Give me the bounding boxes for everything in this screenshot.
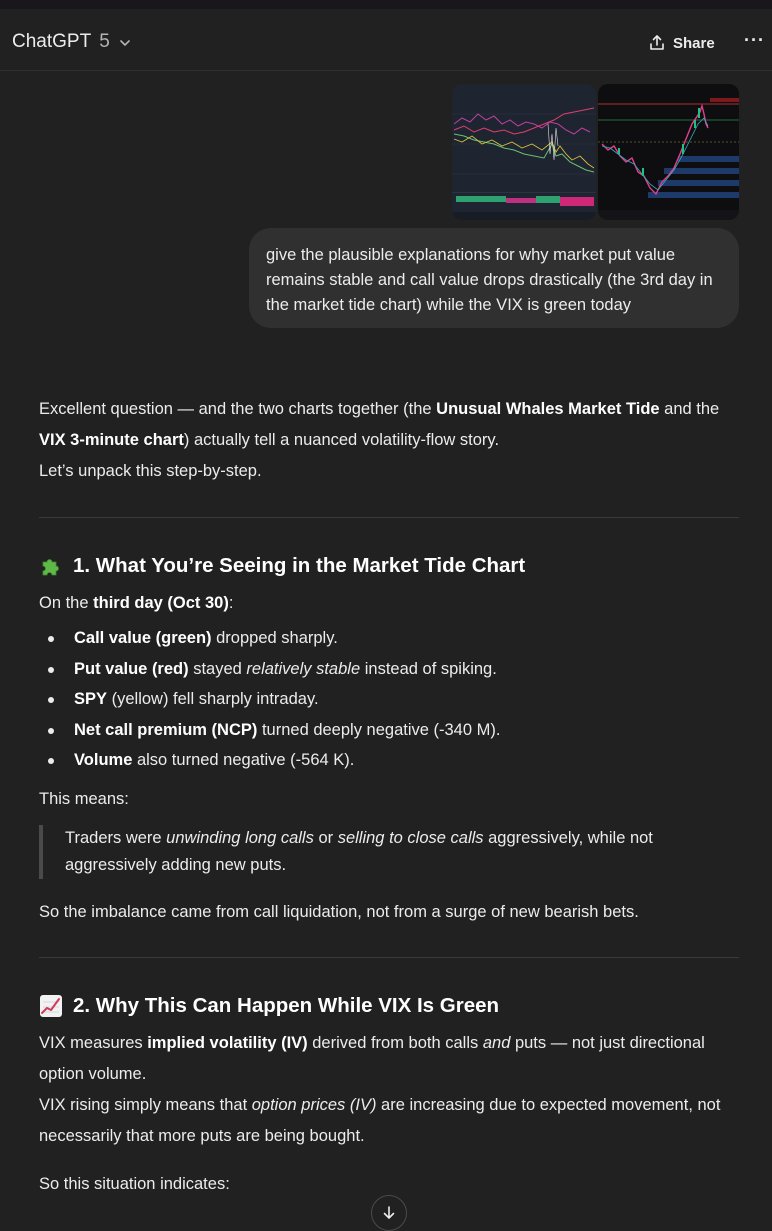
- intro-text: and the: [659, 400, 720, 418]
- para-bold: implied volatility (IV): [147, 1033, 308, 1052]
- lead-text: :: [228, 594, 234, 612]
- para-text: VIX measures: [39, 1033, 148, 1052]
- section-2-paragraph-1: VIX measures implied volatility (IV) der…: [39, 1028, 739, 1152]
- bullet-bold: Call value (green): [74, 629, 212, 647]
- bullet-text: also turned negative (-564 K).: [132, 751, 355, 769]
- para-text: derived from both calls: [307, 1033, 483, 1052]
- section-2-heading: 2. Why This Can Happen While VIX Is Gree…: [39, 991, 739, 1021]
- para-text: VIX rising simply means that: [39, 1095, 252, 1114]
- share-button[interactable]: Share: [648, 31, 715, 55]
- vix-chart-thumbnail: [598, 84, 739, 220]
- intro-bold-vix-chart: VIX 3-minute chart: [39, 431, 184, 449]
- share-upload-icon: [650, 35, 664, 50]
- para-italic: and: [482, 1033, 511, 1052]
- section-2-title: 2. Why This Can Happen While VIX Is Gree…: [73, 993, 500, 1017]
- divider: [39, 956, 739, 958]
- user-message-text: give the plausible explanations for why …: [266, 246, 713, 314]
- list-item: SPY (yellow) fell sharply intraday.: [39, 684, 739, 715]
- this-means-text: This means:: [39, 789, 129, 808]
- model-version: 5: [99, 31, 110, 52]
- assistant-response: Excellent question — and the two charts …: [39, 394, 739, 1200]
- intro-line-2: Let’s unpack this step-by-step.: [39, 462, 262, 480]
- bullet-text: dropped sharply.: [211, 629, 338, 647]
- model-selector-button[interactable]: ChatGPT 5: [12, 29, 132, 55]
- list-item: Volume also turned negative (-564 K).: [39, 745, 739, 776]
- chevron-down-icon: [119, 40, 130, 46]
- bullet-bold: Put value (red): [74, 659, 189, 678]
- quote-text: Traders were: [65, 828, 167, 847]
- intro-text: ) actually tell a nuanced volatility-flo…: [183, 431, 500, 449]
- user-message-bubble: give the plausible explanations for why …: [249, 228, 739, 328]
- share-label: Share: [673, 34, 715, 52]
- list-item: Net call premium (NCP) turned deeply neg…: [39, 715, 739, 746]
- bullet-bold: Net call premium (NCP): [74, 720, 258, 739]
- blockquote: Traders were unwinding long calls or sel…: [39, 824, 739, 879]
- chart-increasing-icon: [40, 994, 62, 1017]
- section-1-heading: 1. What You’re Seeing in the Market Tide…: [39, 551, 739, 581]
- bullet-text: instead of spiking.: [360, 659, 497, 678]
- lead-bold-date: third day (Oct 30): [93, 594, 229, 612]
- chat-header: ChatGPT 5 Share ···: [0, 9, 772, 71]
- market-tide-thumbnail: [452, 84, 596, 220]
- puzzle-piece-icon: [42, 559, 59, 576]
- bullet-bold: Volume: [74, 751, 133, 769]
- list-item: Call value (green) dropped sharply.: [39, 623, 739, 654]
- more-dots-icon[interactable]: ···: [744, 31, 768, 55]
- top-strip: [0, 0, 772, 9]
- bullet-bold: SPY: [74, 690, 108, 708]
- section-1-title: 1. What You’re Seeing in the Market Tide…: [73, 554, 526, 577]
- bullet-text: stayed: [188, 659, 247, 678]
- section-1-conclusion: So the imbalance came from call liquidat…: [39, 902, 639, 921]
- bullet-text: turned deeply negative (-340 M).: [257, 720, 501, 739]
- bullet-italic: relatively stable: [246, 659, 361, 678]
- arrow-down-icon: [383, 1206, 395, 1219]
- model-name: ChatGPT: [12, 31, 92, 52]
- quote-italic: selling to close calls: [337, 828, 484, 847]
- quote-italic: unwinding long calls: [166, 828, 314, 847]
- attached-image-market-tide[interactable]: [452, 84, 596, 220]
- para-italic: option prices (IV): [251, 1095, 377, 1114]
- intro-bold-market-tide: Unusual Whales Market Tide: [436, 400, 660, 418]
- divider: [39, 517, 739, 518]
- lead-text: On the: [39, 594, 94, 612]
- section-1-bullet-list: Call value (green) dropped sharply. Put …: [39, 623, 739, 776]
- bullet-text: (yellow) fell sharply intraday.: [107, 690, 319, 708]
- section-1-lead: On the third day (Oct 30):: [39, 588, 739, 619]
- intro-paragraph: Excellent question — and the two charts …: [39, 394, 739, 487]
- scroll-to-bottom-button[interactable]: [371, 1195, 407, 1231]
- quote-text: or: [313, 828, 338, 847]
- intro-text: Excellent question — and the two charts …: [39, 400, 437, 418]
- attached-image-vix-chart[interactable]: [598, 84, 739, 220]
- list-item: Put value (red) stayed relatively stable…: [39, 654, 739, 685]
